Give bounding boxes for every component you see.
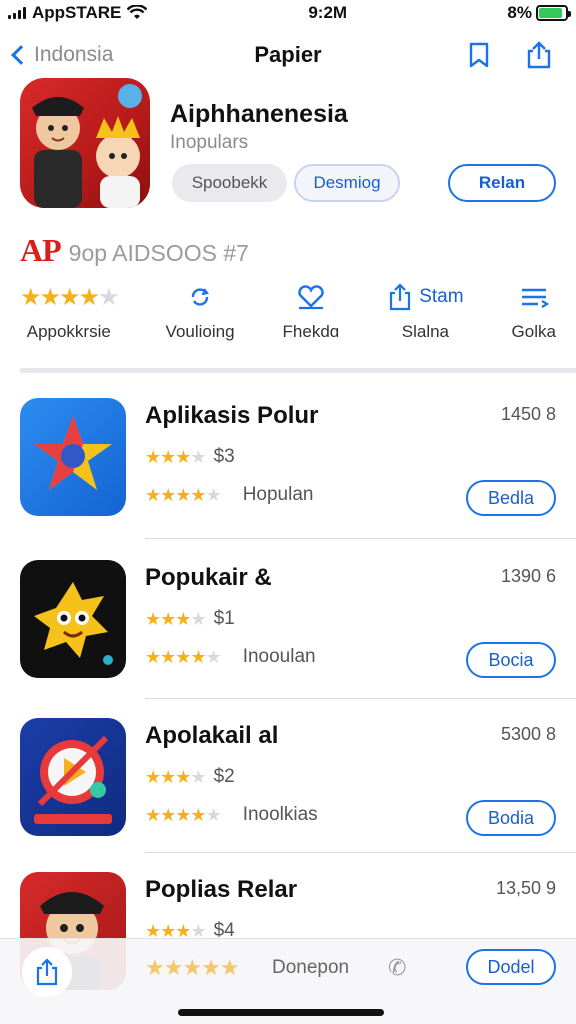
battery-percent: 8% xyxy=(507,3,532,22)
bookmark-icon[interactable] xyxy=(464,40,494,70)
app-price: $1 xyxy=(213,608,235,629)
app-category-row: ★★★★★ Inooulan xyxy=(145,646,316,668)
status-time: 9:2M xyxy=(308,3,348,22)
row-divider xyxy=(145,852,576,853)
app-category: Inooulan xyxy=(242,646,316,667)
info-label: Golka xyxy=(511,322,556,341)
app-rating-row: ★★★★ $2 xyxy=(145,766,235,788)
tag-button[interactable]: Spoobekk xyxy=(172,164,287,202)
share-icon-label: Stam xyxy=(419,286,464,307)
list-item[interactable]: Aplikasis Polur 1450 8 ★★★★ $3 ★★★★★ Hop… xyxy=(20,398,556,538)
app-category-row: ★★★★★ Hopulan xyxy=(145,484,313,506)
get-button[interactable]: Bedla xyxy=(466,480,556,516)
star-rating-icon: ★★★★ xyxy=(145,608,207,629)
wifi-icon xyxy=(127,5,148,19)
list-item[interactable]: Popukair & 1390 6 ★★★★ $1 ★★★★★ Inooulan… xyxy=(20,560,556,700)
heart-icon xyxy=(298,285,324,310)
section-divider xyxy=(20,368,576,373)
info-label: Appokkrsie xyxy=(26,322,111,341)
battery-icon xyxy=(536,5,571,21)
info-label: Slalna xyxy=(401,322,450,341)
star-rating-icon: ★★★★★ xyxy=(145,804,222,825)
app-meta: 1450 8 xyxy=(500,404,556,424)
back-button[interactable]: Indonsia xyxy=(8,43,113,67)
star-rating-icon: ★★★★★ xyxy=(145,646,222,667)
app-meta: 1390 6 xyxy=(500,566,556,586)
status-left: AppSTARE xyxy=(8,3,208,23)
developer-name: 9op AIDSOOS #7 xyxy=(68,240,249,266)
refresh-icon xyxy=(191,288,209,306)
app-category-row: ★★★★★ Inoolkias xyxy=(145,804,318,826)
share-icon[interactable] xyxy=(524,40,554,70)
rating-stars-icon: ★★★★★ xyxy=(20,283,120,311)
app-name: Aplikasis Polur xyxy=(145,402,319,429)
star-rating-icon: ★★★★ xyxy=(145,766,207,787)
app-name: Apolakail al xyxy=(145,722,279,749)
featured-app-title: Aiphhanenesia xyxy=(170,100,348,128)
featured-app: Aiphhanenesia Inopulars Spoobekk Desmiog… xyxy=(20,78,556,213)
app-meta: 13,50 9 xyxy=(495,878,556,898)
featured-app-subtitle: Inopulars xyxy=(170,132,249,153)
info-ratings[interactable]: ★★★★★ Appokkrsie xyxy=(20,282,120,354)
app-icon-featured[interactable] xyxy=(20,78,150,208)
share-button[interactable] xyxy=(22,947,72,997)
info-label: Fhekdɑ xyxy=(282,322,340,341)
nav-bar: Indonsia Papier xyxy=(0,30,576,80)
info-label: Voulioing xyxy=(165,322,235,341)
info-list[interactable]: Golka xyxy=(512,282,556,354)
phone-icon[interactable]: ✆ xyxy=(388,955,406,981)
bottom-rating: ★★★★★ xyxy=(145,955,240,981)
get-button[interactable]: Dodel xyxy=(466,949,556,985)
share-icon xyxy=(390,283,411,311)
share-icon xyxy=(36,958,58,986)
app-name: Popukair & xyxy=(145,564,272,591)
star-rating-icon: ★★★★ xyxy=(145,446,207,467)
get-button[interactable]: Bocia xyxy=(466,642,556,678)
star-rating-icon: ★★★★★ xyxy=(145,484,222,505)
app-category: Hopulan xyxy=(242,484,314,505)
get-button[interactable]: Bodia xyxy=(466,800,556,836)
app-name: Poplias Relar xyxy=(145,876,298,903)
app-category: Inoolkias xyxy=(242,804,318,825)
app-meta: 5300 8 xyxy=(500,724,556,744)
signal-icon xyxy=(8,7,26,19)
info-version[interactable]: Voulioing xyxy=(166,282,235,354)
app-rating-row: ★★★★ $3 xyxy=(145,446,235,468)
bottom-toolbar: ★★★★★ Donepon ✆ Dodel xyxy=(0,938,576,1024)
nav-actions xyxy=(464,40,568,70)
get-button-featured[interactable]: Relan xyxy=(448,164,556,202)
home-indicator xyxy=(178,1009,384,1016)
app-category: Donepon xyxy=(272,957,350,978)
chevron-left-icon xyxy=(11,45,31,65)
app-icon[interactable] xyxy=(20,718,126,836)
app-price: $2 xyxy=(213,766,235,787)
carrier-label: AppSTARE xyxy=(32,3,122,22)
status-right: 8% xyxy=(507,3,571,23)
app-icon[interactable] xyxy=(20,398,126,516)
app-rating-row: ★★★★ $1 xyxy=(145,608,235,630)
info-favorite[interactable]: Fhekdɑ xyxy=(282,282,340,354)
status-bar: AppSTARE 9:2M 8% xyxy=(0,0,576,26)
back-label: Indonsia xyxy=(34,43,114,66)
category-button[interactable]: Desmiog xyxy=(294,164,400,202)
info-share[interactable]: Stam Slalna xyxy=(387,282,464,354)
info-row: ★★★★★ Appokkrsie Voulioing Fhekdɑ Stam S… xyxy=(20,282,556,354)
developer-logo: AP xyxy=(20,232,62,268)
app-icon[interactable] xyxy=(20,560,126,678)
star-rating-icon: ★★★★★ xyxy=(145,955,240,980)
row-divider xyxy=(145,698,576,699)
list-item[interactable]: Apolakail al 5300 8 ★★★★ $2 ★★★★★ Inoolk… xyxy=(20,718,556,858)
list-icon xyxy=(521,288,549,308)
row-divider xyxy=(145,538,576,539)
developer-row: AP 9op AIDSOOS #7 xyxy=(20,232,249,269)
app-price: $3 xyxy=(213,446,235,467)
